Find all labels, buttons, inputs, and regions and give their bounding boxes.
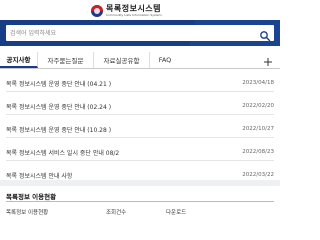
list-item[interactable]: 목록 정보시스템 운영 중단 안내 (10.28 ) 2022/10/27 — [6, 121, 274, 138]
list-item[interactable]: 목록 정보시스템 서비스 일시 중단 안내 08/2 2022/08/23 — [6, 144, 274, 161]
notice-title: 목록 정보시스템 운영 중단 안내 (10.28 ) — [6, 126, 112, 134]
notice-date: 2022/02/20 — [242, 103, 274, 109]
column-header: 다운로드 — [166, 210, 187, 216]
notice-title: 목록 정보시스템 운영 중단 안내 (04.21 ) — [6, 80, 112, 88]
tab-divider — [0, 68, 280, 69]
board-tabs: 공지사항 자주묻는질문 자료실공유함 FAQ — [0, 52, 280, 68]
more-button[interactable] — [262, 53, 274, 66]
column-header: 목록정보 이용현황 — [6, 210, 49, 216]
section-divider — [6, 201, 274, 202]
search-button[interactable] — [259, 27, 271, 42]
list-item[interactable]: 목록 정보시스템 운영 중단 안내 (02.24 ) 2022/02/20 — [6, 98, 274, 115]
notice-title: 목록 정보시스템 안내 사항 — [6, 172, 73, 180]
section-title: 목록정보 이용현황 — [6, 193, 57, 201]
notice-title: 목록 정보시스템 운영 중단 안내 (02.24 ) — [6, 103, 112, 111]
search-input[interactable] — [6, 25, 254, 41]
logo-title: 목록정보시스템 — [106, 4, 162, 13]
logo-text: 목록정보시스템 Commodity Lists Information Syst… — [106, 5, 162, 17]
site-logo[interactable]: 목록정보시스템 Commodity Lists Information Syst… — [91, 4, 162, 18]
notice-date: 2022/08/23 — [242, 149, 274, 155]
list-item[interactable]: 목록 정보시스템 운영 중단 안내 (04.21 ) 2023/04/18 — [6, 75, 274, 92]
logo-subtitle: Commodity Lists Information System — [106, 13, 162, 17]
tab-notice[interactable]: 공지사항 — [0, 52, 38, 68]
tab-faq[interactable]: FAQ — [150, 52, 180, 68]
usage-table-header: 목록정보 이용현황 조회건수 다운로드 — [6, 208, 274, 216]
plus-icon — [264, 58, 272, 66]
notice-date: 2022/10/27 — [242, 126, 274, 132]
logo-emblem-icon — [91, 5, 103, 17]
notice-list: 목록 정보시스템 운영 중단 안내 (04.21 ) 2023/04/18 목록… — [6, 75, 274, 190]
usage-section: 목록정보 이용현황 목록정보 이용현황 조회건수 다운로드 — [0, 180, 280, 216]
notice-date: 2022/03/22 — [242, 172, 274, 178]
notice-title: 목록 정보시스템 서비스 일시 중단 안내 08/2 — [6, 149, 120, 157]
search-icon — [260, 31, 271, 42]
search-box — [6, 25, 274, 42]
column-header: 조회건수 — [106, 210, 127, 216]
tab-archive[interactable]: 자료실공유함 — [94, 52, 150, 68]
header: 목록정보시스템 Commodity Lists Information Syst… — [0, 0, 280, 20]
tab-qna[interactable]: 자주묻는질문 — [38, 52, 94, 68]
notice-date: 2023/04/18 — [242, 80, 274, 86]
